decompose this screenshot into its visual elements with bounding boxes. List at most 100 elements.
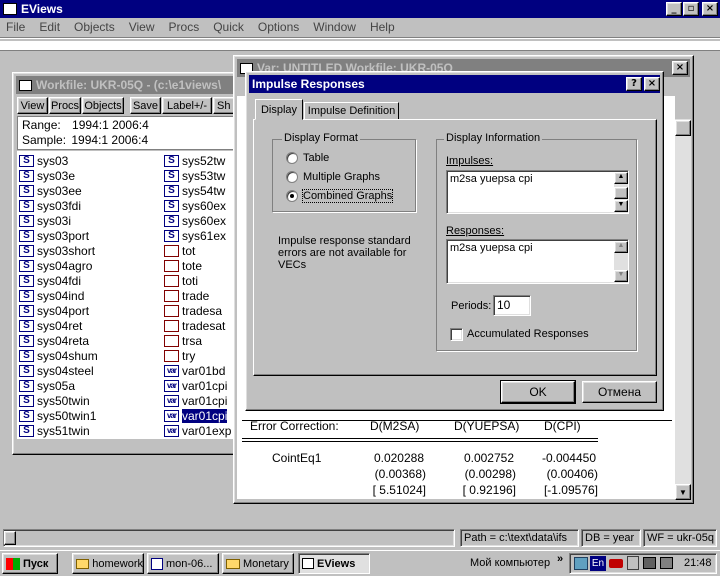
impulses-scrollbar[interactable]: ▲ ▼ xyxy=(614,172,628,212)
workfile-object-item[interactable]: Ssys50twin xyxy=(19,393,90,408)
workfile-object-item[interactable]: try xyxy=(164,348,195,363)
range-value[interactable]: 1994:1 2006:4 xyxy=(72,118,149,132)
cancel-button[interactable]: Отмена xyxy=(582,381,657,403)
command-field[interactable] xyxy=(3,529,455,547)
status-path: Path = c:\text\data\ifs xyxy=(460,529,579,547)
radio-combined-graphs[interactable]: Combined Graphs xyxy=(286,189,394,203)
var-scroll-down[interactable]: ▼ xyxy=(675,484,691,500)
task-eviews[interactable]: EViews xyxy=(298,553,370,574)
workfile-object-item[interactable]: var var01cpi xyxy=(164,378,227,393)
object-name: sys04steel xyxy=(37,363,94,378)
system-object-icon: S xyxy=(19,244,34,257)
impulses-field[interactable]: m2sa yuepsa cpi xyxy=(446,170,629,214)
workfile-object-item[interactable]: Ssys03fdi xyxy=(19,198,81,213)
task-monetary[interactable]: Monetary xyxy=(222,553,294,574)
workfile-object-item[interactable]: Ssys03i xyxy=(19,213,71,228)
dialog-titlebar[interactable]: Impulse Responses xyxy=(249,75,660,93)
workfile-object-item[interactable]: Ssys04fdi xyxy=(19,273,81,288)
workfile-object-item[interactable]: Ssys60ex xyxy=(164,198,226,213)
workfile-object-item[interactable]: Ssys05a xyxy=(19,378,75,393)
radio-table[interactable]: Table xyxy=(286,152,329,164)
radio-circle xyxy=(286,152,298,164)
workfile-object-item[interactable]: Ssys51twin xyxy=(19,423,90,438)
workfile-titlebar[interactable]: Workfile: UKR-05Q - (c:\e1views\ xyxy=(16,76,243,94)
workfile-object-item[interactable]: Ssys03short xyxy=(19,243,95,258)
ok-button[interactable]: OK xyxy=(501,381,575,403)
language-indicator[interactable]: En xyxy=(590,556,606,571)
wf-procs-button[interactable]: Procs xyxy=(49,97,81,114)
periods-field[interactable]: 10 xyxy=(493,295,531,316)
dialog-help-button[interactable]: ? xyxy=(626,77,642,91)
menu-procs[interactable]: Procs xyxy=(169,20,200,36)
menu-window[interactable]: Window xyxy=(313,20,356,36)
var-vertical-scrollbar[interactable] xyxy=(675,119,691,499)
var-scroll-thumb[interactable] xyxy=(675,120,691,136)
workfile-object-item[interactable]: Ssys04reta xyxy=(19,333,89,348)
workfile-object-item[interactable]: var var01bd xyxy=(164,363,225,378)
workfile-object-item[interactable]: Ssys04agro xyxy=(19,258,92,273)
workfile-object-item[interactable]: tradesat xyxy=(164,318,225,333)
workfile-object-item[interactable]: Ssys04port xyxy=(19,303,89,318)
workfile-object-item[interactable]: Ssys54tw xyxy=(164,183,225,198)
var-close-button[interactable]: × xyxy=(672,61,688,75)
close-button[interactable]: × xyxy=(702,2,718,16)
workfile-object-item[interactable]: var var01exp xyxy=(164,423,231,438)
object-name: sys50twin1 xyxy=(37,408,97,423)
minimize-button[interactable]: _ xyxy=(666,2,682,16)
display-format-label: Display Format xyxy=(282,132,360,144)
workfile-object-item[interactable]: Ssys60ex xyxy=(164,213,226,228)
workfile-object-item[interactable]: Ssys53tw xyxy=(164,168,225,183)
workfile-object-item[interactable]: Ssys03e xyxy=(19,168,75,183)
start-button[interactable]: Пуск xyxy=(2,553,58,574)
menu-help[interactable]: Help xyxy=(370,20,395,36)
workfile-object-item[interactable]: Ssys04steel xyxy=(19,363,94,378)
radio-multiple-graphs[interactable]: Multiple Graphs xyxy=(286,171,380,183)
workfile-object-item[interactable]: Ssys04ind xyxy=(19,288,84,303)
task-homework[interactable]: homework xyxy=(72,553,144,574)
dialog-close-button[interactable]: × xyxy=(644,77,660,91)
workfile-object-item[interactable]: tot xyxy=(164,243,195,258)
tab-impulse-definition[interactable]: Impulse Definition xyxy=(304,102,399,120)
task-mon06[interactable]: mon-06... xyxy=(147,553,219,574)
workfile-object-item[interactable]: toti xyxy=(164,273,198,288)
workfile-object-item[interactable]: Ssys03ee xyxy=(19,183,82,198)
wf-objects-button[interactable]: Objects xyxy=(82,97,124,114)
accumulated-checkbox[interactable] xyxy=(450,328,463,341)
wf-view-button[interactable]: View xyxy=(17,97,48,114)
object-name: sys03e xyxy=(37,168,76,183)
workfile-icon xyxy=(19,79,32,91)
table-label: Error Correction: xyxy=(250,419,339,433)
tab-display[interactable]: Display xyxy=(255,99,303,120)
workfile-object-item[interactable]: var var01cpi xyxy=(164,393,227,408)
workfile-object-item[interactable]: trsa xyxy=(164,333,202,348)
workfile-object-item[interactable]: Ssys61ex xyxy=(164,228,226,243)
menu-quick[interactable]: Quick xyxy=(213,20,244,36)
menu-view[interactable]: View xyxy=(129,20,155,36)
object-name: sys04shum xyxy=(37,348,98,363)
status-scroll-left[interactable] xyxy=(4,531,16,545)
menu-file[interactable]: File xyxy=(6,20,25,36)
workfile-object-item[interactable]: Ssys03port xyxy=(19,228,89,243)
toolbar-chevron[interactable]: » xyxy=(557,553,563,565)
sample-value[interactable]: 1994:1 2006:4 xyxy=(71,133,148,147)
responses-field[interactable]: m2sa yuepsa cpi xyxy=(446,239,629,284)
workfile-object-item[interactable]: trade xyxy=(164,288,209,303)
menu-objects[interactable]: Objects xyxy=(74,20,115,36)
object-name: sys03short xyxy=(37,243,96,258)
workfile-object-item[interactable]: Ssys04shum xyxy=(19,348,98,363)
workfile-object-item[interactable]: Ssys50twin1 xyxy=(19,408,96,423)
workfile-object-item[interactable]: tradesa xyxy=(164,303,222,318)
workfile-object-item[interactable]: Ssys03 xyxy=(19,153,68,168)
menu-options[interactable]: Options xyxy=(258,20,299,36)
menu-edit[interactable]: Edit xyxy=(39,20,60,36)
workfile-object-item[interactable]: tote xyxy=(164,258,202,273)
my-computer-label[interactable]: Мой компьютер xyxy=(470,557,550,569)
workfile-object-item[interactable]: Ssys52tw xyxy=(164,153,225,168)
workfile-object-item[interactable]: Ssys04ret xyxy=(19,318,82,333)
wf-label-button[interactable]: Label+/- xyxy=(162,97,212,114)
restore-button[interactable]: ▫ xyxy=(683,2,699,16)
responses-scrollbar[interactable]: ▲ ▼ xyxy=(614,241,628,282)
wf-save-button[interactable]: Save xyxy=(130,97,161,114)
volume-icon[interactable] xyxy=(627,556,639,570)
workfile-object-item[interactable]: var var01cpi xyxy=(164,408,228,423)
